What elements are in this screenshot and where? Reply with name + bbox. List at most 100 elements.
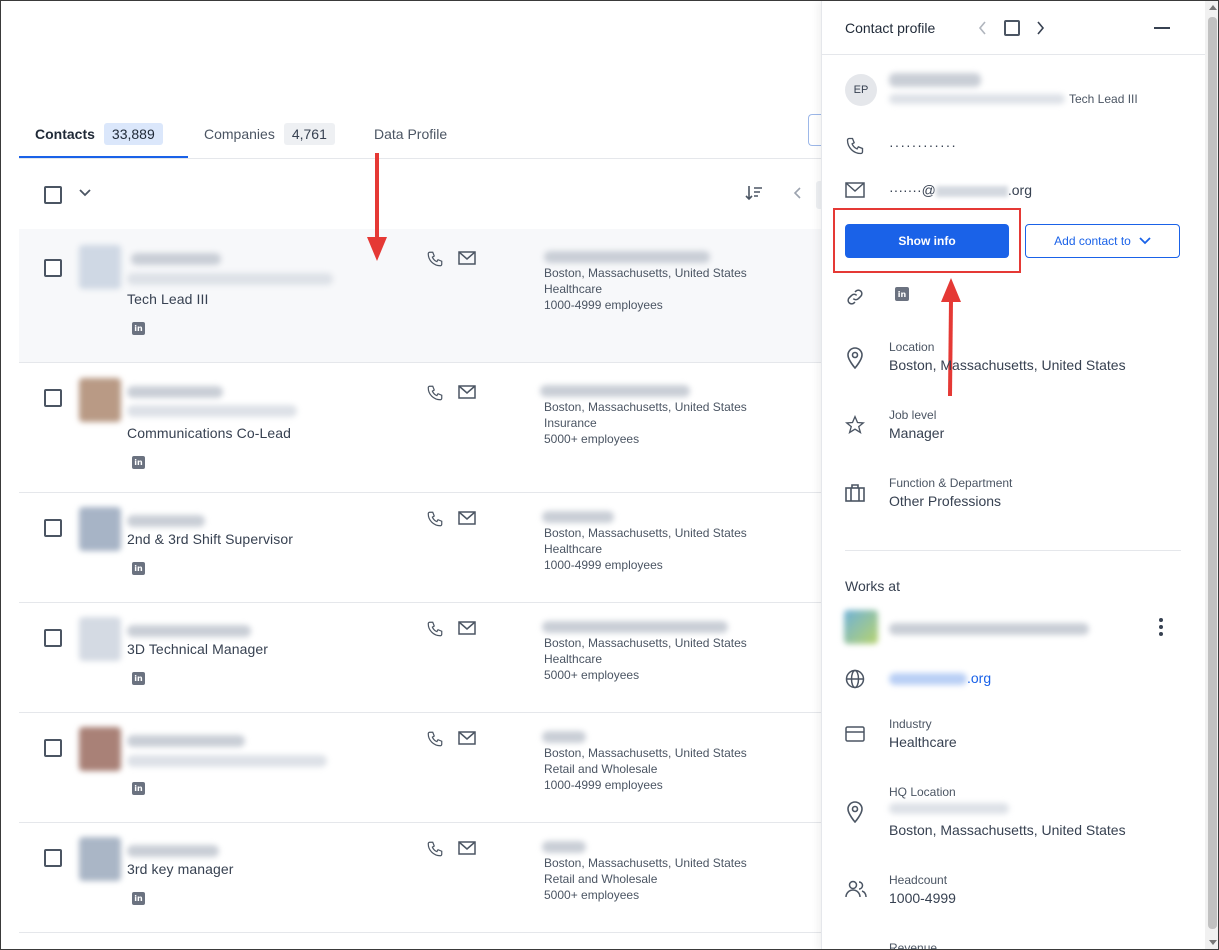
contact-name-blurred [127,625,251,637]
linkedin-icon[interactable]: in [895,287,909,301]
linkedin-icon[interactable]: in [132,672,145,685]
phone-icon[interactable] [426,384,444,407]
job-level-value: Manager [889,425,945,441]
linkedin-icon[interactable]: in [132,892,145,905]
contact-subtitle-blurred [889,94,1065,104]
show-info-button[interactable]: Show info [845,224,1009,258]
company-info: Boston, Massachusetts, United States Ins… [544,399,747,447]
divider [845,550,1181,551]
table-row[interactable]: 2nd & 3rd Shift Supervisor in Boston, Ma… [19,493,821,603]
panel-scrollbar[interactable] [1205,1,1218,949]
mail-icon[interactable] [458,511,476,530]
mail-icon [845,182,865,203]
company-name-blurred [542,621,728,633]
row-checkbox[interactable] [44,849,62,867]
phone-icon[interactable] [426,250,444,273]
chevron-right-icon[interactable] [1034,19,1048,42]
contact-name-blurred [127,735,245,747]
hq-address-blurred [889,803,1009,814]
contact-profile-panel: Contact profile EP Tech Lead III ·······… [821,1,1206,949]
company-location: Boston, Massachusetts, United States [544,400,747,414]
linkedin-icon[interactable]: in [132,562,145,575]
contact-subtitle-blurred [127,273,333,285]
row-checkbox[interactable] [44,259,62,277]
link-icon[interactable] [845,287,865,312]
phone-icon[interactable] [426,840,444,863]
mail-icon[interactable] [458,621,476,640]
table-row[interactable]: Communications Co-Lead in Boston, Massac… [19,363,821,493]
phone-icon[interactable] [426,730,444,753]
avatar [79,837,121,881]
contact-subtitle-blurred [127,405,297,417]
chevron-down-icon[interactable] [78,185,92,204]
company-name-blurred [542,841,586,853]
email-prefix: ·······@ [889,182,936,198]
app-window: Contacts 33,889 Companies 4,761 Data Pro… [0,0,1219,950]
chevron-left-icon[interactable] [790,185,804,206]
company-size: 5000+ employees [544,432,640,446]
avatar [79,727,121,771]
panel-header: Contact profile [822,1,1206,55]
avatar [79,507,121,551]
job-level-label: Job level [889,408,937,422]
table-row[interactable]: 3D Technical Manager in Boston, Massachu… [19,603,821,713]
tab-companies[interactable]: Companies 4,761 [204,109,335,159]
avatar [79,617,121,661]
company-name-blurred [544,251,710,263]
industry-label: Industry [889,717,932,731]
chevron-left-icon[interactable] [975,19,989,42]
tab-data-profile-label: Data Profile [374,126,448,142]
table-row[interactable]: in Boston, Massachusetts, United States … [19,713,821,823]
company-location: Boston, Massachusetts, United States [544,746,747,760]
minimize-icon[interactable] [1154,27,1170,29]
mail-icon[interactable] [458,731,476,750]
website-suffix[interactable]: .org [967,670,991,686]
headcount-value: 1000-4999 [889,890,956,906]
tab-companies-label: Companies [204,126,275,142]
select-all-checkbox[interactable] [44,186,62,204]
function-value: Other Professions [889,493,1002,509]
contact-subtitle-blurred [127,755,327,767]
job-title: Communications Co-Lead [127,425,292,441]
row-checkbox[interactable] [44,389,62,407]
phone-icon[interactable] [426,620,444,643]
active-tab-indicator [19,156,188,158]
linkedin-icon[interactable]: in [132,456,145,469]
scroll-down-icon[interactable] [1209,940,1217,945]
avatar [79,245,121,289]
email-value: ·······@ .org [889,182,1032,198]
email-domain-blurred [935,185,1008,197]
people-icon [845,880,867,903]
table-row[interactable]: 3rd key manager in Boston, Massachusetts… [19,823,821,933]
works-at-heading: Works at [845,578,900,594]
mail-icon[interactable] [458,841,476,860]
linkedin-icon[interactable]: in [132,322,145,335]
company-industry: Healthcare [544,282,603,296]
website-blurred[interactable] [889,673,967,685]
more-options-icon[interactable] [1159,618,1163,636]
add-contact-to-button[interactable]: Add contact to [1025,224,1180,258]
phone-icon[interactable] [426,510,444,533]
scroll-thumb[interactable] [1208,17,1217,929]
company-info: Boston, Massachusetts, United States Hea… [544,525,747,573]
contact-list: Tech Lead III in Boston, Massachusetts, … [19,229,821,933]
company-name-blurred [889,623,1089,635]
tab-companies-count: 4,761 [283,123,335,145]
panel-title: Contact profile [845,20,936,36]
company-name-blurred [542,511,614,523]
industry-value: Healthcare [889,734,957,750]
scroll-up-icon[interactable] [1209,5,1217,10]
sort-icon[interactable] [744,183,764,208]
square-icon[interactable] [1004,20,1020,36]
mail-icon[interactable] [458,385,476,404]
mail-icon[interactable] [458,251,476,270]
linkedin-icon[interactable]: in [132,782,145,795]
company-info: Boston, Massachusetts, United States Hea… [544,635,747,683]
table-row[interactable]: Tech Lead III in Boston, Massachusetts, … [19,229,821,363]
contact-name-blurred [127,845,219,857]
row-checkbox[interactable] [44,629,62,647]
tab-contacts[interactable]: Contacts 33,889 [35,109,163,159]
company-size: 5000+ employees [544,888,640,902]
row-checkbox[interactable] [44,739,62,757]
row-checkbox[interactable] [44,519,62,537]
